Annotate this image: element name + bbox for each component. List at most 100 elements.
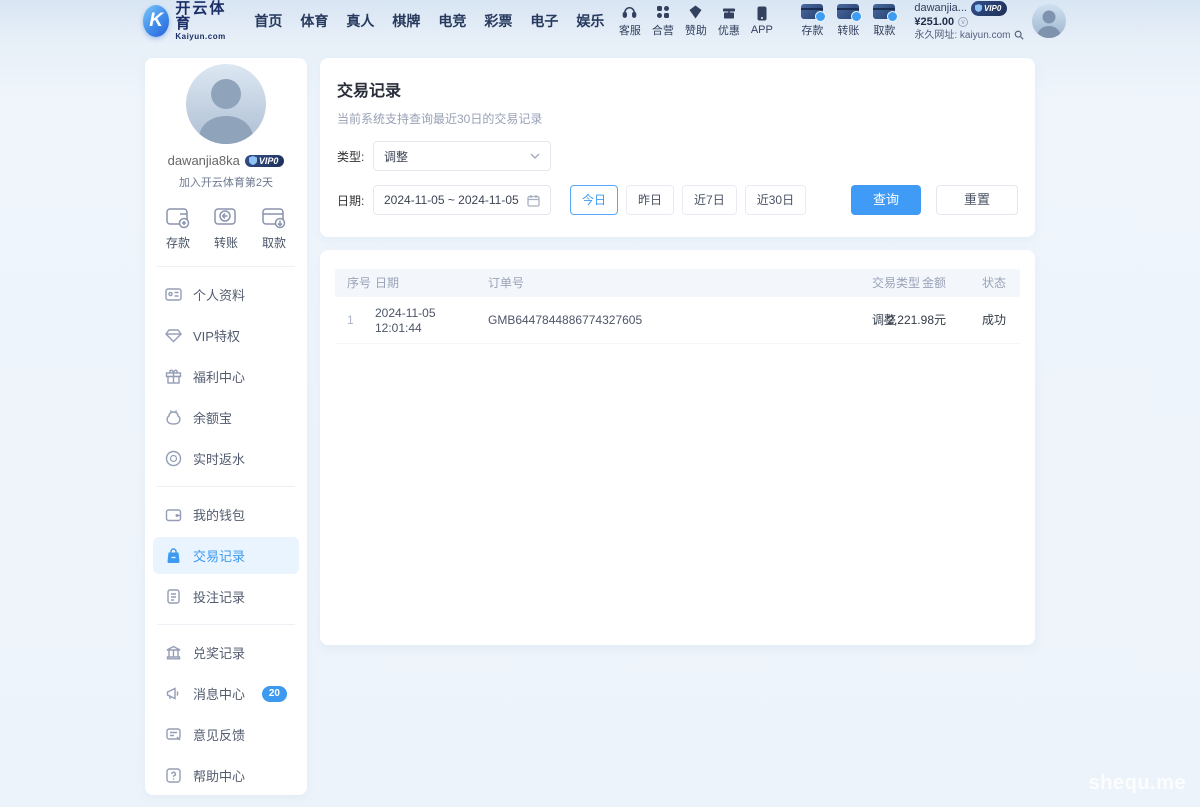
vip-badge: VIP0	[971, 1, 1007, 16]
header-deposit-button[interactable]: 存款	[794, 4, 830, 38]
avatar[interactable]	[186, 64, 266, 144]
sidebar-item-label: VIP特权	[193, 326, 240, 345]
feedback-icon	[165, 726, 182, 743]
quick-range-yesterday[interactable]: 昨日	[626, 185, 674, 215]
date-range-input[interactable]: 2024-11-05 ~ 2024-11-05	[373, 185, 551, 215]
reset-button[interactable]: 重置	[936, 185, 1018, 215]
sidebar-item-label: 兑奖记录	[193, 643, 245, 662]
column-header-order-no: 订单号	[488, 269, 524, 297]
sidebar-item-welfare[interactable]: 福利中心	[145, 356, 307, 397]
sidebar-item-help[interactable]: 帮助中心	[145, 755, 307, 796]
watermark-text: shequ.me	[1089, 772, 1186, 795]
megaphone-icon	[165, 685, 182, 702]
promo-link[interactable]: 优惠	[712, 4, 745, 38]
sidebar-item-transactions[interactable]: 交易记录	[153, 537, 299, 574]
quick-range-7days[interactable]: 近7日	[682, 185, 737, 215]
help-icon	[165, 767, 182, 784]
row-status: 成功	[982, 297, 1006, 344]
partner-icon	[656, 4, 670, 19]
table-header-row: 序号 日期 订单号 交易类型 金额 状态	[335, 269, 1020, 297]
row-datetime: 2024-11-05 12:01:44	[375, 306, 436, 336]
row-order-no: GMB6447844886774327605	[488, 297, 642, 344]
sidebar-item-profile[interactable]: 个人资料	[145, 274, 307, 315]
quick-range-group: 今日 昨日 近7日 近30日	[570, 185, 806, 215]
person-icon	[1032, 4, 1066, 38]
sidebar-item-label: 实时返水	[193, 449, 245, 468]
deposit-icon	[165, 205, 191, 229]
nav-item-lottery[interactable]: 彩票	[475, 11, 521, 31]
sidebar-menu-section-3: 兑奖记录 消息中心 20 意见反馈	[145, 625, 307, 796]
quick-range-30days[interactable]: 近30日	[745, 185, 806, 215]
sidebar-item-label: 消息中心	[193, 684, 245, 703]
app-label: APP	[751, 24, 773, 36]
chevron-down-icon	[530, 153, 540, 159]
table-row[interactable]: 1 2024-11-05 12:01:44 GMB644784488677432…	[335, 297, 1020, 344]
permanent-url: 永久网址: kaiyun.com	[914, 29, 1010, 42]
sidebar-item-bet-records[interactable]: 投注记录	[145, 576, 307, 617]
nav-item-slots[interactable]: 电子	[521, 11, 567, 31]
sidebar-item-wallet[interactable]: 我的钱包	[145, 494, 307, 535]
transfer-label: 转账	[837, 22, 859, 38]
service-link[interactable]: 客服	[613, 4, 646, 38]
sidebar-item-label: 福利中心	[193, 367, 245, 386]
partner-link[interactable]: 合营	[646, 4, 679, 38]
sidebar-item-label: 意见反馈	[193, 725, 245, 744]
row-amount: -2,221.98元	[883, 297, 946, 344]
logo-brand-text: 开云体育	[175, 1, 231, 31]
nav-item-sports[interactable]: 体育	[291, 11, 337, 31]
transaction-bag-icon	[165, 547, 182, 564]
deposit-button[interactable]: 存款	[165, 205, 191, 251]
search-icon[interactable]	[1014, 30, 1024, 40]
nav-item-cards[interactable]: 棋牌	[383, 11, 429, 31]
headset-icon	[622, 4, 637, 19]
column-header-status: 状态	[982, 269, 1006, 297]
filter-panel: 交易记录 当前系统支持查询最近30日的交易记录 类型: 调整 日期: 2024-…	[320, 58, 1035, 237]
type-select[interactable]: 调整	[373, 141, 551, 171]
app-link[interactable]: APP	[745, 6, 778, 36]
sponsor-diamond-icon	[688, 4, 703, 19]
transfer-icon	[213, 205, 239, 229]
date-label: 日期:	[337, 192, 373, 209]
header-transfer-button[interactable]: 转账	[830, 4, 866, 38]
sidebar-item-feedback[interactable]: 意见反馈	[145, 714, 307, 755]
sidebar-menu-section-2: 我的钱包 交易记录 投注记录	[145, 487, 307, 617]
sidebar-item-messages[interactable]: 消息中心 20	[145, 673, 307, 714]
phone-icon	[757, 6, 767, 21]
sponsor-link[interactable]: 赞助	[679, 4, 712, 38]
sidebar-item-label: 帮助中心	[193, 766, 245, 785]
vip-shield-icon	[975, 4, 982, 12]
rebate-icon	[165, 450, 182, 467]
logo-monogram-icon: K	[143, 5, 169, 37]
sidebar-item-rebate[interactable]: 实时返水	[145, 438, 307, 479]
nav-item-esports[interactable]: 电竞	[429, 11, 475, 31]
withdraw-label: 取款	[262, 234, 286, 251]
withdraw-button[interactable]: 取款	[261, 205, 287, 251]
kaiyun-logo[interactable]: K 开云体育 Kaiyun.com	[143, 1, 231, 41]
promo-label: 优惠	[718, 22, 740, 38]
sidebar-item-yuebao[interactable]: 余额宝	[145, 397, 307, 438]
user-name[interactable]: dawanjia...	[914, 2, 967, 15]
header-withdraw-button[interactable]: 取款	[866, 4, 902, 38]
sidebar-item-prize-records[interactable]: 兑奖记录	[145, 632, 307, 673]
transfer-button[interactable]: 转账	[213, 205, 239, 251]
nav-item-entertainment[interactable]: 娱乐	[567, 11, 613, 31]
sidebar-item-vip[interactable]: VIP特权	[145, 315, 307, 356]
top-header: K 开云体育 Kaiyun.com 首页 体育 真人 棋牌 电竞 彩票 电子 娱…	[143, 0, 1038, 42]
prize-icon	[165, 644, 182, 661]
query-button[interactable]: 查询	[851, 185, 921, 215]
deposit-card-icon	[801, 4, 823, 19]
sidebar-item-label: 我的钱包	[193, 505, 245, 524]
nav-item-live[interactable]: 真人	[337, 11, 383, 31]
wallet-icon	[165, 506, 182, 523]
balance-amount: ¥251.00	[914, 16, 954, 29]
sidebar-menu-section-1: 个人资料 VIP特权 福利中心	[145, 267, 307, 479]
type-label: 类型:	[337, 148, 373, 165]
nav-item-home[interactable]: 首页	[245, 11, 291, 31]
balance-refresh-icon[interactable]: ∨	[958, 17, 968, 27]
date-range-value: 2024-11-05 ~ 2024-11-05	[384, 193, 519, 207]
service-label: 客服	[619, 22, 641, 38]
column-header-type: 交易类型	[872, 269, 920, 297]
gift-icon	[165, 368, 182, 385]
avatar[interactable]	[1032, 4, 1066, 38]
quick-range-today[interactable]: 今日	[570, 185, 618, 215]
